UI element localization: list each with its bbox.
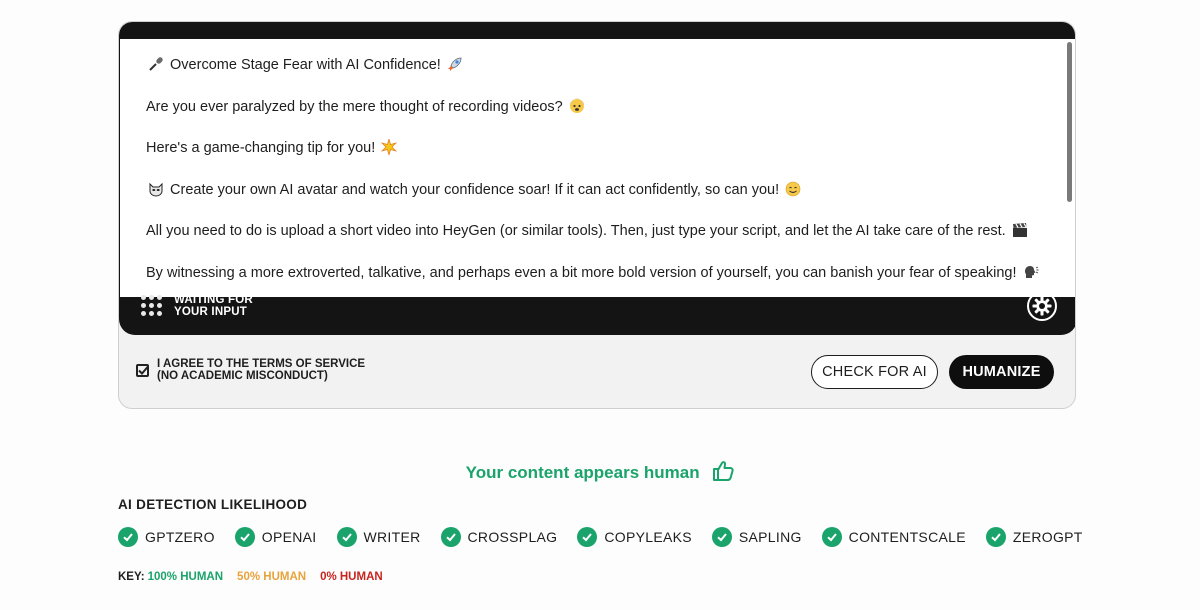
paragraph-text: By witnessing a more extroverted, talkat…: [146, 264, 1017, 281]
detector-item: OPENAI: [234, 527, 317, 547]
detector-item: GPTZERO: [118, 527, 215, 547]
check-circle-icon: [577, 527, 598, 547]
terms-line-1: I AGREE TO THE TERMS OF SERVICE: [157, 358, 366, 370]
status-bar: WAITING FOR YOUR INPUT: [119, 280, 1075, 335]
detector-name: CONTENTSCALE: [848, 529, 966, 545]
detector-name: WRITER: [363, 529, 421, 545]
detector-name: SAPLING: [738, 529, 802, 545]
status-line-2: YOUR INPUT: [174, 306, 247, 318]
likelihood-key: KEY: 100% HUMAN 50% HUMAN 0% HUMAN: [118, 571, 397, 583]
check-circle-icon: [821, 527, 842, 547]
key-item-0: 0% HUMAN: [320, 571, 383, 583]
key-item-100: 100% HUMAN: [147, 571, 224, 583]
check-circle-icon: [985, 527, 1006, 547]
thumbs-up-icon: [713, 461, 734, 481]
detector-name: CROSSPLAG: [467, 529, 558, 545]
anxious-face-icon: [569, 98, 584, 113]
terms-checkbox[interactable]: [136, 363, 149, 377]
editor-content[interactable]: Overcome Stage Fear with AI Confidence! …: [146, 55, 1046, 297]
clapper-board-icon: [1012, 223, 1027, 237]
editor-paragraph: Create your own AI avatar and watch your…: [146, 180, 1046, 200]
microphone-icon: [149, 57, 163, 71]
loading-dots-icon: [141, 295, 163, 317]
terms-line-2: (NO ACADEMIC MISCONDUCT): [157, 370, 328, 382]
detector-name: GPTZERO: [145, 529, 215, 545]
settings-button[interactable]: [1027, 291, 1057, 321]
paragraph-text: Are you ever paralyzed by the mere thoug…: [146, 98, 563, 115]
detector-item: SAPLING: [711, 527, 802, 547]
detector-name: COPYLEAKS: [604, 529, 692, 545]
text-editor[interactable]: Overcome Stage Fear with AI Confidence! …: [120, 39, 1075, 297]
paragraph-text: Here's a game-changing tip for you!: [146, 140, 376, 156]
detector-item: ZEROGPT: [985, 527, 1083, 547]
detector-list: GPTZERO OPENAI WRITER CROSSPLAG COPYLEAK…: [118, 527, 1083, 547]
editor-paragraph: Here's a game-changing tip for you!: [146, 138, 1046, 158]
paragraph-text: Create your own AI avatar and watch your…: [170, 181, 780, 198]
status-text: WAITING FOR YOUR INPUT: [174, 294, 294, 318]
detection-title: AI DETECTION LIKELIHOOD: [118, 497, 308, 512]
detector-item: CONTENTSCALE: [821, 527, 966, 547]
terms-agreement[interactable]: I AGREE TO THE TERMS OF SERVICE (NO ACAD…: [136, 358, 365, 382]
speaking-head-icon: [1024, 265, 1039, 278]
gear-icon: [1032, 296, 1052, 316]
detector-name: OPENAI: [261, 529, 317, 545]
check-for-ai-button[interactable]: CHECK FOR AI: [811, 355, 938, 389]
detector-item: WRITER: [336, 527, 421, 547]
editor-paragraph: Are you ever paralyzed by the mere thoug…: [146, 97, 1046, 117]
detector-name: ZEROGPT: [1012, 529, 1083, 545]
editor-shell: Overcome Stage Fear with AI Confidence! …: [119, 22, 1075, 335]
humanizer-card: Overcome Stage Fear with AI Confidence! …: [118, 21, 1076, 409]
check-circle-icon: [711, 527, 732, 547]
check-circle-icon: [234, 527, 255, 547]
detector-item: COPYLEAKS: [577, 527, 692, 547]
smile-icon: [785, 181, 801, 196]
editor-scrollbar[interactable]: [1067, 42, 1072, 202]
sparkle-icon: [381, 139, 398, 155]
editor-paragraph: All you need to do is upload a short vid…: [146, 221, 1046, 241]
key-item-50: 50% HUMAN: [237, 571, 307, 583]
humanize-button[interactable]: HUMANIZE: [949, 355, 1054, 389]
result-message: Your content appears human: [0, 460, 1200, 483]
rocket-icon: [447, 57, 462, 71]
result-text: Your content appears human: [465, 463, 700, 482]
editor-paragraph: Overcome Stage Fear with AI Confidence!: [146, 55, 1046, 75]
paragraph-text: All you need to do is upload a short vid…: [146, 223, 1006, 239]
check-circle-icon: [440, 527, 461, 547]
check-circle-icon: [118, 527, 138, 547]
mask-icon: [149, 182, 163, 197]
detector-item: CROSSPLAG: [440, 527, 558, 547]
status-line-1: WAITING FOR: [174, 294, 253, 306]
paragraph-text: Overcome Stage Fear with AI Confidence!: [170, 57, 441, 73]
check-circle-icon: [336, 527, 357, 547]
checkmark-icon: [138, 365, 149, 375]
key-label: KEY:: [118, 571, 145, 583]
terms-label: I AGREE TO THE TERMS OF SERVICE (NO ACAD…: [157, 358, 365, 382]
